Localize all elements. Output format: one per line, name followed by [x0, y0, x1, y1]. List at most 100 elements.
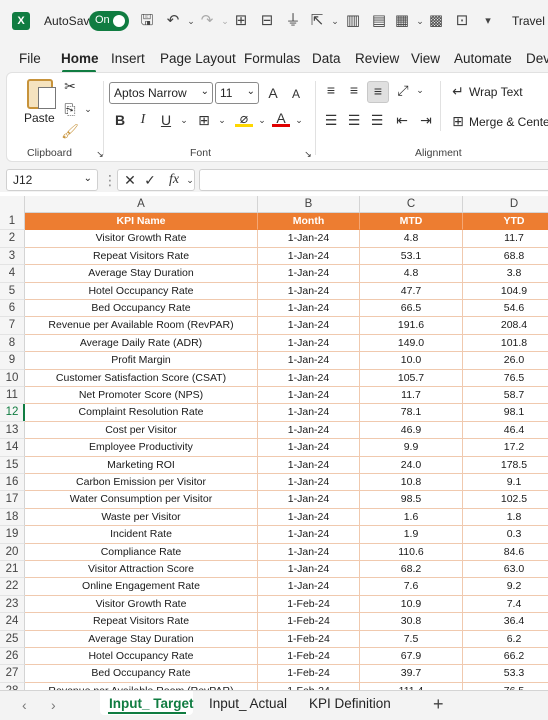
dialog-launcher-icon[interactable]: ↘ [91, 145, 109, 163]
formula-input[interactable] [199, 169, 548, 191]
table-cell[interactable]: 1-Feb-24 [258, 682, 360, 690]
table-cell[interactable]: Repeat Visitors Rate [25, 247, 258, 266]
table-cell[interactable]: Cost per Visitor [25, 421, 258, 440]
format-icon[interactable]: ▤ [370, 12, 388, 30]
table-cell[interactable]: Online Engagement Rate [25, 578, 258, 596]
row-number[interactable]: 3 [0, 247, 25, 266]
previous-sheet-icon[interactable]: ‹ [22, 697, 27, 713]
table-cell[interactable]: 178.5 [463, 457, 548, 474]
merge-center-icon[interactable]: ⊞ [449, 112, 467, 130]
row-number[interactable]: 27 [0, 665, 25, 683]
row-number[interactable]: 1 [0, 213, 25, 231]
row-number[interactable]: 6 [0, 300, 25, 318]
table-cell[interactable]: 46.9 [360, 421, 463, 440]
borders-icon[interactable]: ⊞ [195, 111, 213, 129]
table-cell[interactable]: 1.9 [360, 526, 463, 544]
row-number[interactable]: 13 [0, 421, 25, 440]
column-header-b[interactable]: B [258, 196, 360, 213]
table-cell[interactable]: Marketing ROI [25, 456, 258, 474]
table-cell[interactable]: Net Promoter Score (NPS) [25, 387, 258, 405]
table-cell[interactable]: 67.9 [360, 648, 463, 666]
table-cell[interactable]: 104.9 [463, 283, 548, 300]
row-number[interactable]: 20 [0, 543, 25, 561]
tab-review[interactable]: Review [355, 51, 399, 66]
table-cell[interactable]: Visitor Growth Rate [25, 595, 258, 614]
sheet-tab-input-target[interactable]: Input_ Target [109, 696, 194, 711]
row-number[interactable]: 24 [0, 613, 25, 631]
table-cell[interactable]: 1-Jan-24 [258, 352, 360, 370]
table-cell[interactable]: 68.8 [463, 248, 548, 266]
table-cell[interactable]: 36.4 [463, 613, 548, 631]
filter-icon[interactable]: ⏚ [284, 12, 302, 30]
save-icon[interactable]: 🖫 [138, 12, 156, 30]
column-title-cell[interactable]: KPI Name [25, 213, 258, 231]
table-cell[interactable]: Profit Margin [25, 352, 258, 370]
table-cell[interactable]: 9.1 [463, 474, 548, 492]
column-header-a[interactable]: A [25, 196, 258, 213]
wrap-text-icon[interactable]: ↵ [449, 82, 467, 100]
merge-center-button[interactable]: Merge & Center [469, 115, 548, 129]
row-number[interactable]: 17 [0, 491, 25, 509]
table-cell[interactable]: 68.2 [360, 561, 463, 579]
table-cell[interactable]: 1-Feb-24 [258, 613, 360, 631]
table-cell[interactable]: 1-Jan-24 [258, 421, 360, 440]
table-cell[interactable]: 1.8 [463, 509, 548, 527]
chevron-down-icon[interactable]: ⌄ [175, 111, 193, 129]
table-cell[interactable]: 9.2 [463, 578, 548, 596]
sheet-tab-kpi-definition[interactable]: KPI Definition [309, 696, 391, 711]
table-cell[interactable]: 4.8 [360, 265, 463, 283]
table-cell[interactable]: 53.1 [360, 247, 463, 266]
table-cell[interactable]: Compliance Rate [25, 543, 258, 561]
table-cell[interactable]: 1-Jan-24 [258, 282, 360, 300]
table-cell[interactable]: Average Stay Duration [25, 265, 258, 283]
table-cell[interactable]: Carbon Emission per Visitor [25, 474, 258, 492]
chevron-down-icon[interactable]: ⌄ [290, 111, 308, 129]
tab-file[interactable]: File [19, 51, 41, 66]
table-cell[interactable]: 1-Jan-24 [258, 265, 360, 283]
column-title-cell[interactable]: Month [258, 213, 360, 231]
table-cell[interactable]: Complaint Resolution Rate [25, 404, 258, 422]
table-cell[interactable]: 1-Jan-24 [258, 456, 360, 474]
table-cell[interactable]: 1-Jan-24 [258, 247, 360, 266]
tab-automate[interactable]: Automate [454, 51, 512, 66]
table-cell[interactable]: Visitor Growth Rate [25, 230, 258, 248]
table-cell[interactable]: 1-Jan-24 [258, 491, 360, 509]
increase-font-size-icon[interactable]: A [264, 84, 282, 102]
row-number[interactable]: 5 [0, 282, 25, 300]
table-cell[interactable]: 54.6 [463, 300, 548, 318]
table-cell[interactable]: 76.5 [463, 370, 548, 387]
table-cell[interactable]: 6.2 [463, 631, 548, 648]
table-cell[interactable]: 105.7 [360, 369, 463, 387]
italic-icon[interactable]: I [134, 111, 152, 129]
table-cell[interactable]: 1-Jan-24 [258, 543, 360, 561]
row-number[interactable]: 4 [0, 265, 25, 283]
align-center-icon[interactable]: ☰ [345, 111, 363, 129]
tab-page-layout[interactable]: Page Layout [160, 51, 236, 66]
decrease-indent-icon[interactable]: ⇤ [393, 111, 411, 129]
table-cell[interactable]: 3.8 [463, 265, 548, 283]
cancel-icon[interactable]: ✕ [121, 171, 139, 189]
table-cell[interactable]: 98.1 [463, 404, 548, 422]
chevron-down-icon[interactable]: ⌄ [213, 111, 231, 129]
sheet-tab-input-actual[interactable]: Input_ Actual [209, 696, 287, 711]
underline-icon[interactable]: U [157, 111, 175, 129]
bold-icon[interactable]: B [111, 111, 129, 129]
table-cell[interactable]: 9.9 [360, 439, 463, 457]
align-left-icon[interactable]: ☰ [322, 111, 340, 129]
row-number[interactable]: 18 [0, 508, 25, 527]
chart-icon[interactable]: ▥ [344, 12, 362, 30]
table-cell[interactable]: 63.0 [463, 561, 548, 579]
redo-icon[interactable]: ↷ [198, 12, 216, 30]
column-title-cell[interactable]: MTD [360, 213, 463, 231]
table-cell[interactable]: 1-Jan-24 [258, 387, 360, 405]
table-cell[interactable]: 149.0 [360, 334, 463, 353]
dropdown-icon[interactable]: ▾ [479, 12, 497, 30]
undo-icon[interactable]: ↶ [164, 12, 182, 30]
table-cell[interactable]: 102.5 [463, 491, 548, 509]
table-cell[interactable]: Revenue per Available Room (RevPAR) [25, 682, 258, 690]
table-cell[interactable]: 1-Feb-24 [258, 595, 360, 614]
table-cell[interactable]: 0.3 [463, 526, 548, 544]
tab-formulas[interactable]: Formulas [244, 51, 300, 66]
table-cell[interactable]: 1-Jan-24 [258, 404, 360, 422]
table-cell[interactable]: 66.2 [463, 648, 548, 666]
